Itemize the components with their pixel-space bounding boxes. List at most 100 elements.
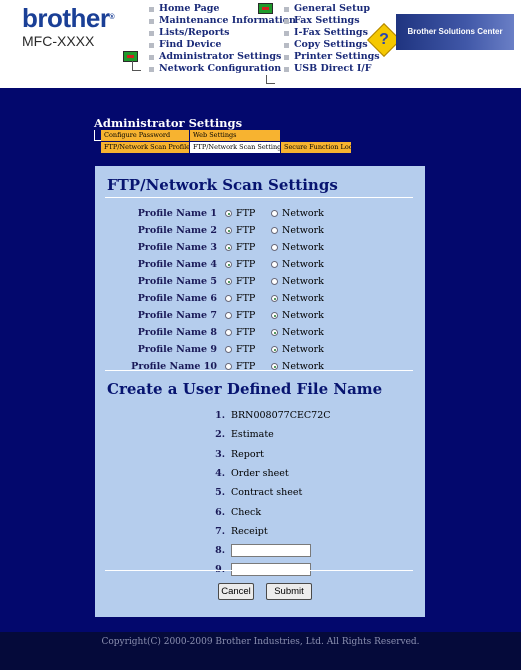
cancel-button[interactable]: Cancel bbox=[218, 583, 254, 600]
profile-row: Profile Name 5 FTP Network bbox=[95, 275, 425, 289]
file-name-row: 8. bbox=[95, 544, 425, 558]
ftp-radio[interactable] bbox=[225, 312, 232, 319]
network-radio[interactable] bbox=[271, 227, 278, 234]
bullet-icon bbox=[149, 67, 154, 72]
ftp-radio[interactable] bbox=[225, 227, 232, 234]
file-name-row: 6. Check bbox=[95, 506, 425, 520]
ftp-option-label: FTP bbox=[236, 208, 256, 219]
file-name-value: Estimate bbox=[231, 429, 274, 441]
network-option-label: Network bbox=[282, 242, 324, 253]
file-name-number: 7. bbox=[215, 525, 225, 537]
network-radio[interactable] bbox=[271, 346, 278, 353]
ftp-option-label: FTP bbox=[236, 242, 256, 253]
file-name-input[interactable] bbox=[231, 544, 311, 558]
network-option-label: Network bbox=[282, 293, 324, 304]
bullet-icon bbox=[284, 7, 289, 12]
bullet-icon bbox=[149, 31, 154, 36]
network-radio[interactable] bbox=[271, 329, 278, 336]
network-option-label: Network bbox=[282, 344, 324, 355]
network-radio[interactable] bbox=[271, 244, 278, 251]
bullet-icon bbox=[149, 19, 154, 24]
tab-ftp-network-scan-profile[interactable]: FTP/Network Scan Profile bbox=[101, 142, 189, 153]
nav-administrator-settings[interactable]: Administrator Settings bbox=[145, 51, 296, 63]
ftp-option-label: FTP bbox=[236, 344, 256, 355]
divider bbox=[105, 570, 413, 571]
profile-name-label: Profile Name 9 bbox=[137, 344, 217, 355]
nav-right-menu: General Setup Fax Settings I-Fax Setting… bbox=[280, 3, 380, 75]
profile-name-label: Profile Name 5 bbox=[137, 276, 217, 287]
section-title: Administrator Settings bbox=[94, 116, 243, 130]
tab-ftp-network-scan-settings[interactable]: FTP/Network Scan Settings bbox=[190, 142, 280, 153]
bullet-icon bbox=[149, 43, 154, 48]
ftp-radio[interactable] bbox=[225, 210, 232, 217]
profile-name-label: Profile Name 4 bbox=[137, 259, 217, 270]
main-content: Administrator Settings Configure Passwor… bbox=[0, 88, 521, 642]
network-option-label: Network bbox=[282, 259, 324, 270]
tab-secure-function-lock[interactable]: Secure Function Lock bbox=[281, 142, 351, 153]
file-name-row: 5. Contract sheet bbox=[95, 486, 425, 500]
panel-title: FTP/Network Scan Settings bbox=[107, 176, 338, 194]
file-name-number: 4. bbox=[215, 467, 225, 479]
ftp-option-label: FTP bbox=[236, 276, 256, 287]
solutions-center-button[interactable]: Brother Solutions Center bbox=[396, 14, 514, 50]
network-option-label: Network bbox=[282, 361, 324, 372]
help-glyph: ? bbox=[379, 31, 389, 48]
nav-find-device[interactable]: Find Device bbox=[145, 39, 296, 51]
brother-logo[interactable]: brother® bbox=[22, 3, 115, 33]
tab-configure-password[interactable]: Configure Password bbox=[101, 130, 189, 141]
nav-home-page[interactable]: Home Page bbox=[145, 3, 296, 15]
ftp-option-label: FTP bbox=[236, 310, 256, 321]
file-name-row: 7. Receipt bbox=[95, 525, 425, 539]
nav-lists-reports[interactable]: Lists/Reports bbox=[145, 27, 296, 39]
file-name-value: Report bbox=[231, 448, 264, 460]
file-name-value: Contract sheet bbox=[231, 487, 303, 499]
file-name-row: 1. BRN008077CEC72C bbox=[95, 409, 425, 423]
network-option-label: Network bbox=[282, 225, 324, 236]
ftp-radio[interactable] bbox=[225, 244, 232, 251]
file-name-row: 2. Estimate bbox=[95, 428, 425, 442]
ftp-radio[interactable] bbox=[225, 346, 232, 353]
tree-connector bbox=[132, 61, 141, 71]
profile-row: Profile Name 1 FTP Network bbox=[95, 207, 425, 221]
current-section-flag-icon bbox=[258, 3, 273, 14]
network-radio[interactable] bbox=[271, 278, 278, 285]
tab-web-settings[interactable]: Web Settings bbox=[190, 130, 280, 141]
network-radio[interactable] bbox=[271, 261, 278, 268]
ftp-option-label: FTP bbox=[236, 293, 256, 304]
nav-maintenance-information[interactable]: Maintenance Information bbox=[145, 15, 296, 27]
bullet-icon bbox=[149, 7, 154, 12]
network-radio[interactable] bbox=[271, 363, 278, 370]
network-option-label: Network bbox=[282, 208, 324, 219]
nav-network-configuration[interactable]: Network Configuration bbox=[145, 63, 296, 75]
nav-fax-settings[interactable]: Fax Settings bbox=[280, 15, 380, 27]
profile-name-label: Profile Name 8 bbox=[137, 327, 217, 338]
nav-left-menu: Home Page Maintenance Information Lists/… bbox=[145, 3, 296, 75]
network-option-label: Network bbox=[282, 276, 324, 287]
nav-ifax-settings[interactable]: I-Fax Settings bbox=[280, 27, 380, 39]
ftp-radio[interactable] bbox=[225, 363, 232, 370]
ftp-radio[interactable] bbox=[225, 295, 232, 302]
network-radio[interactable] bbox=[271, 295, 278, 302]
file-name-row: 4. Order sheet bbox=[95, 467, 425, 481]
nav-copy-settings[interactable]: Copy Settings bbox=[280, 39, 380, 51]
bullet-icon bbox=[284, 43, 289, 48]
file-name-value: Receipt bbox=[231, 525, 268, 537]
divider bbox=[105, 197, 413, 198]
file-name-number: 5. bbox=[215, 487, 225, 499]
footer: Copyright(C) 2000-2009 Brother Industrie… bbox=[0, 632, 521, 670]
nav-usb-direct-if[interactable]: USB Direct I/F bbox=[280, 63, 380, 75]
file-name-value: BRN008077CEC72C bbox=[231, 410, 331, 421]
ftp-radio[interactable] bbox=[225, 278, 232, 285]
submit-button[interactable]: Submit bbox=[266, 583, 312, 600]
ftp-radio[interactable] bbox=[225, 329, 232, 336]
ftp-radio[interactable] bbox=[225, 261, 232, 268]
profile-row: Profile Name 9 FTP Network bbox=[95, 343, 425, 357]
nav-general-setup[interactable]: General Setup bbox=[280, 3, 380, 15]
nav-printer-settings[interactable]: Printer Settings bbox=[280, 51, 380, 63]
network-radio[interactable] bbox=[271, 312, 278, 319]
file-name-number: 6. bbox=[215, 506, 225, 518]
network-radio[interactable] bbox=[271, 210, 278, 217]
bullet-icon bbox=[149, 55, 154, 60]
profile-row: Profile Name 10 FTP Network bbox=[95, 360, 425, 374]
file-name-number: 8. bbox=[215, 545, 225, 557]
